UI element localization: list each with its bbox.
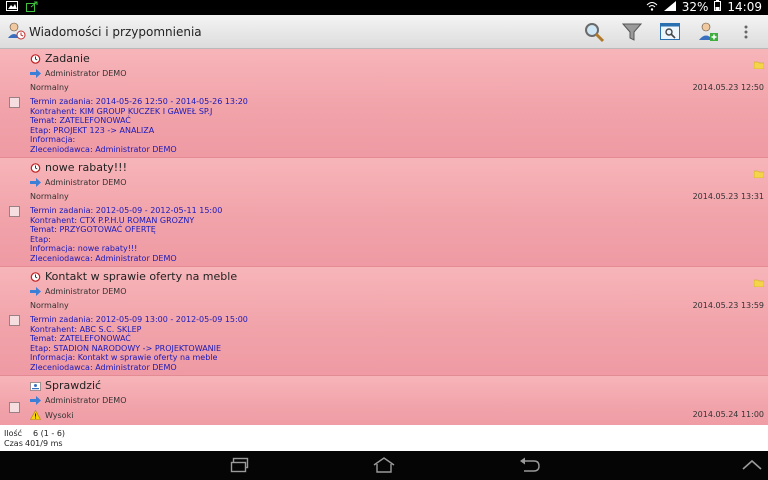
row-checkbox[interactable] xyxy=(9,402,20,413)
more-vert-icon xyxy=(744,25,748,39)
detail-line: Informacja: Kontakt w sprawie oferty na … xyxy=(30,353,218,363)
add-user-icon xyxy=(699,22,718,41)
keyboard-hide-button[interactable] xyxy=(740,456,764,474)
home-button[interactable] xyxy=(372,456,396,474)
item-priority: Normalny xyxy=(30,301,69,310)
detail-line: Temat: ZATELEFONOWAĆ xyxy=(30,334,131,344)
item-user: Administrator DEMO xyxy=(45,178,127,187)
search-icon xyxy=(585,23,605,43)
count-value: 6 (1 - 6) xyxy=(33,429,66,438)
row-checkbox[interactable] xyxy=(9,315,20,326)
item-title: Zadanie xyxy=(45,52,90,65)
item-user: Administrator DEMO xyxy=(45,69,127,78)
detail-line: Informacja: xyxy=(30,135,76,145)
item-title: Kontakt w sprawie oferty na meble xyxy=(45,270,238,283)
item-details: Termin zadania: 2012-05-09 - 2012-05-11 … xyxy=(30,206,222,264)
chevron-up-icon xyxy=(742,459,762,470)
preview-button[interactable] xyxy=(658,20,682,44)
detail-line: Zleceniodawca: Administrator DEMO xyxy=(30,253,177,263)
folder-icon xyxy=(753,163,765,182)
detail-line: Etap: PROJEKT 123 -> ANALIZA xyxy=(30,125,155,135)
clock: 14:09 xyxy=(727,0,762,14)
share-icon xyxy=(26,1,38,15)
arrow-right-icon xyxy=(30,396,41,405)
list-item[interactable]: Sprawdzić Administrator DEMO Wysoki 2014… xyxy=(0,376,768,425)
detail-line: Etap: STADION NARODOWY -> PROJEKTOWANIE xyxy=(30,343,222,353)
item-date: 2014.05.24 11:00 xyxy=(692,410,764,419)
item-priority: Wysoki xyxy=(45,410,74,420)
time-value: 401/9 ms xyxy=(25,439,63,448)
detail-line: Etap: xyxy=(30,234,51,244)
filter-button[interactable] xyxy=(620,20,644,44)
image-icon xyxy=(6,1,18,15)
arrow-right-icon xyxy=(30,178,41,187)
app-logo-icon[interactable] xyxy=(6,21,26,41)
message-list: Zadanie Administrator DEMO Normalny 2014… xyxy=(0,49,768,425)
recent-apps-button[interactable] xyxy=(228,456,252,474)
list-item[interactable]: Kontakt w sprawie oferty na meble Admini… xyxy=(0,267,768,376)
action-bar: Wiadomości i przypomnienia xyxy=(0,15,768,49)
back-icon xyxy=(520,457,540,472)
detail-line: Temat: PRZYGOTOWAĆ OFERTĘ xyxy=(30,225,156,235)
item-date: 2014.05.23 12:50 xyxy=(692,83,764,92)
item-details: Termin zadania: 2014-05-26 12:50 - 2014-… xyxy=(30,97,248,155)
item-date: 2014.05.23 13:59 xyxy=(692,301,764,310)
time-label: Czas xyxy=(4,439,23,448)
detail-line: Temat: ZATELEFONOWAĆ xyxy=(30,116,131,126)
detail-line: Kontrahent: KIM GROUP KUCZEK I GAWEŁ SP.… xyxy=(30,106,213,116)
list-item[interactable]: Zadanie Administrator DEMO Normalny 2014… xyxy=(0,49,768,158)
folder-icon xyxy=(753,272,765,291)
status-bar: 32% 14:09 xyxy=(0,0,768,15)
warning-icon xyxy=(30,410,41,420)
folder-icon xyxy=(753,54,765,73)
filter-icon xyxy=(621,23,643,41)
list-item[interactable]: nowe rabaty!!! Administrator DEMO Normal… xyxy=(0,158,768,267)
item-title: Sprawdzić xyxy=(45,379,102,392)
detail-line: Zleceniodawca: Administrator DEMO xyxy=(30,144,177,154)
system-nav-bar xyxy=(0,451,768,480)
detail-line: Informacja: nowe rabaty!!! xyxy=(30,244,138,254)
item-title: nowe rabaty!!! xyxy=(45,161,128,174)
recent-apps-icon xyxy=(230,457,249,473)
row-checkbox[interactable] xyxy=(9,206,20,217)
overflow-menu-button[interactable] xyxy=(734,20,758,44)
battery-percent: 32% xyxy=(681,0,709,14)
battery-icon xyxy=(714,0,722,14)
item-date: 2014.05.23 13:31 xyxy=(692,192,764,201)
count-label: Ilość xyxy=(4,429,23,438)
arrow-right-icon xyxy=(30,287,41,296)
alarm-clock-icon xyxy=(30,163,41,173)
detail-line: Termin zadania: 2014-05-26 12:50 - 2014-… xyxy=(30,97,248,106)
window-search-icon xyxy=(660,23,680,40)
arrow-right-icon xyxy=(30,69,41,78)
item-priority: Normalny xyxy=(30,192,69,201)
back-button[interactable] xyxy=(517,456,541,474)
detail-line: Kontrahent: ABC S.C. SKLEP xyxy=(30,324,142,334)
detail-line: Kontrahent: CTX P.P.H.U ROMAN GROZNY xyxy=(30,215,195,225)
add-contact-button[interactable] xyxy=(696,20,720,44)
detail-line: Termin zadania: 2012-05-09 13:00 - 2012-… xyxy=(30,315,248,324)
row-checkbox[interactable] xyxy=(9,97,20,108)
search-button[interactable] xyxy=(582,20,606,44)
item-priority: Normalny xyxy=(30,83,69,92)
detail-line: Zleceniodawca: Administrator DEMO xyxy=(30,362,177,372)
signal-icon xyxy=(663,0,676,14)
home-icon xyxy=(373,457,395,473)
summary-footer: Ilość 6 (1 - 6) Czas 401/9 ms xyxy=(0,425,768,451)
wifi-icon xyxy=(646,0,658,14)
alarm-clock-icon xyxy=(30,54,41,64)
page-title: Wiadomości i przypomnienia xyxy=(29,25,202,39)
alarm-clock-icon xyxy=(30,272,41,282)
detail-line: Termin zadania: 2012-05-09 - 2012-05-11 … xyxy=(30,206,223,215)
id-card-icon xyxy=(30,382,41,391)
item-user: Administrator DEMO xyxy=(45,396,127,405)
item-user: Administrator DEMO xyxy=(45,287,127,296)
item-details: Termin zadania: 2012-05-09 13:00 - 2012-… xyxy=(30,315,248,373)
